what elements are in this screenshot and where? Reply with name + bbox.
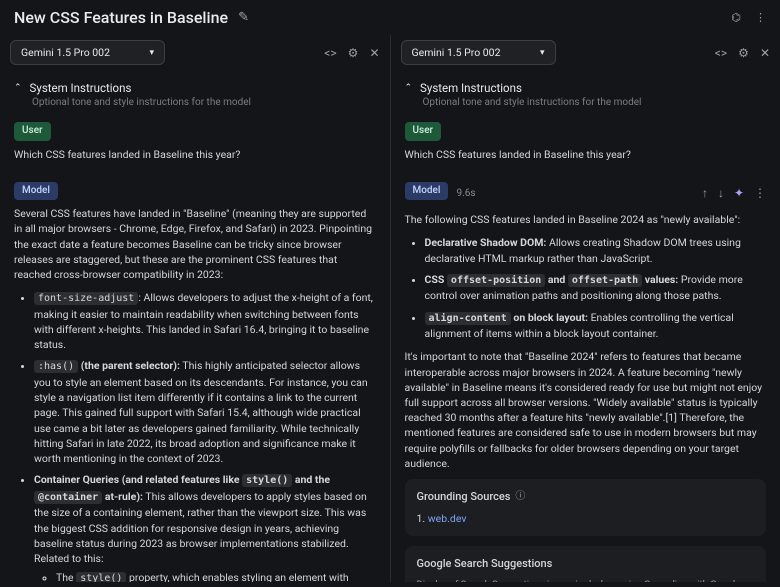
chevron-up-icon: ⌃	[405, 83, 413, 93]
source-link[interactable]: web.dev	[428, 512, 467, 525]
chevron-down-icon: ▾	[149, 48, 154, 58]
close-icon[interactable]: ✕	[760, 46, 770, 60]
list-item: :has() (the parent selector): This highl…	[34, 358, 376, 466]
model-note: It's important to note that "Baseline 20…	[405, 349, 767, 471]
chevron-up-icon: ⌃	[14, 83, 22, 93]
close-icon[interactable]: ✕	[369, 46, 379, 60]
list-item: align-content on block layout: Enables c…	[425, 310, 767, 342]
response-timing: 9.6s	[456, 187, 475, 202]
sparkle-icon[interactable]: ✦	[734, 185, 744, 202]
model-select[interactable]: Gemini 1.5 Pro 002 ▾	[401, 40, 556, 65]
panel-left: Gemini 1.5 Pro 002 ▾ <> ⚙ ✕ ⌃ System Ins…	[0, 35, 391, 582]
user-badge: User	[405, 122, 442, 141]
system-instructions-toggle[interactable]: ⌃ System Instructions	[401, 75, 771, 97]
list-item: CSS offset-position and offset-path valu…	[425, 272, 767, 304]
system-instructions-sub: Optional tone and style instructions for…	[10, 97, 380, 120]
gear-icon[interactable]: ⚙	[738, 46, 749, 60]
list-item: The style() property, which enables styl…	[56, 570, 376, 582]
model-intro: The following CSS features landed in Bas…	[405, 212, 767, 227]
list-item: Container Queries (and related features …	[34, 472, 376, 582]
more-icon[interactable]: ⋮	[755, 11, 766, 24]
search-suggestions-card: Google Search Suggestions Display of Sea…	[405, 546, 767, 582]
more-icon[interactable]: ⋮	[754, 185, 766, 202]
model-badge: Model	[14, 182, 58, 201]
thumb-down-icon[interactable]: ↓	[718, 185, 724, 202]
user-badge: User	[14, 122, 51, 141]
speed-icon[interactable]: ⌬	[731, 11, 741, 24]
system-instructions-sub: Optional tone and style instructions for…	[401, 97, 771, 120]
model-select[interactable]: Gemini 1.5 Pro 002 ▾	[10, 40, 165, 65]
list-item: font-size-adjust: Allows developers to a…	[34, 290, 376, 352]
code-icon[interactable]: <>	[324, 46, 336, 60]
panel-right: Gemini 1.5 Pro 002 ▾ <> ⚙ ✕ ⌃ System Ins…	[391, 35, 780, 582]
system-instructions-toggle[interactable]: ⌃ System Instructions	[10, 75, 380, 97]
model-intro: Several CSS features have landed in "Bas…	[14, 206, 376, 282]
user-prompt: Which CSS features landed in Baseline th…	[405, 147, 767, 162]
chevron-down-icon: ▾	[540, 48, 545, 58]
model-badge: Model	[405, 182, 449, 201]
thumb-up-icon[interactable]: ↑	[702, 185, 708, 202]
grounding-sources-card: Grounding Sourcesⓘ 1. web.dev	[405, 479, 767, 536]
list-item: Declarative Shadow DOM: Allows creating …	[425, 235, 767, 265]
page-title: New CSS Features in Baseline	[14, 8, 228, 27]
info-icon[interactable]: ⓘ	[515, 490, 525, 505]
user-prompt: Which CSS features landed in Baseline th…	[14, 147, 376, 162]
edit-icon[interactable]: ✎	[238, 10, 249, 25]
code-icon[interactable]: <>	[715, 46, 727, 60]
gear-icon[interactable]: ⚙	[348, 46, 359, 60]
